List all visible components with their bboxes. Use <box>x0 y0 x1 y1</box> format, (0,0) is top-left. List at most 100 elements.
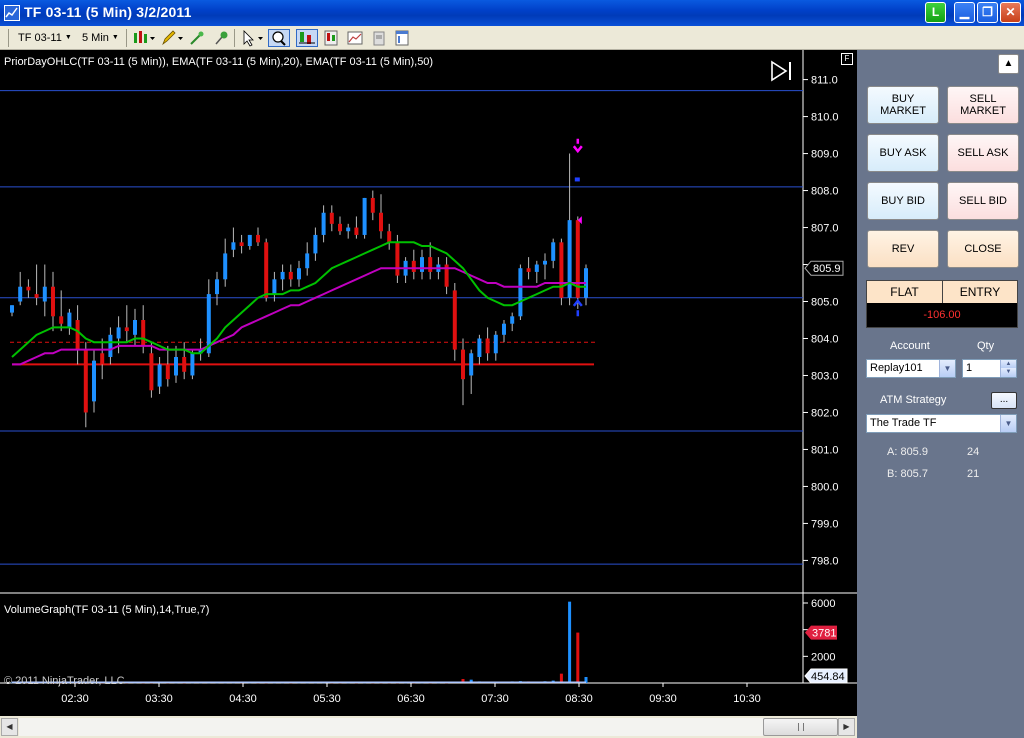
chart-properties-icon <box>347 31 363 45</box>
buy-ask-button[interactable]: BUY ASK <box>867 134 939 172</box>
maximize-button[interactable]: ❐ <box>977 2 998 23</box>
candle-body <box>485 338 490 354</box>
scroll-track[interactable] <box>19 718 838 736</box>
candle-body <box>305 253 310 269</box>
chevron-down-icon: ▼ <box>64 34 72 42</box>
minimize-button[interactable]: ▁ <box>954 2 975 23</box>
scroll-left-button[interactable]: ◀ <box>1 718 18 736</box>
cursor-mode-button[interactable] <box>240 29 263 47</box>
price-tick-label: 805.0 <box>811 297 839 309</box>
time-tick-label: 04:30 <box>229 693 257 705</box>
ask-size: 24 <box>967 446 980 458</box>
candle-body <box>354 227 359 235</box>
candle-body <box>247 234 252 247</box>
ema20-line <box>11 241 586 358</box>
time-tick-label: 07:30 <box>481 693 509 705</box>
link-status-button[interactable]: L <box>925 2 946 23</box>
horizontal-scrollbar[interactable]: ◀ ▶ <box>0 716 857 738</box>
candle-body <box>313 234 318 254</box>
camera-icon <box>373 31 385 46</box>
chevron-down-icon: ▼ <box>111 34 119 42</box>
candle-body <box>477 338 482 357</box>
chart-trader-button[interactable] <box>296 29 318 47</box>
candle-body <box>116 327 121 339</box>
candle-body <box>67 312 72 328</box>
candle-body <box>362 197 367 235</box>
account-select[interactable]: Replay101 ▼ <box>866 359 956 378</box>
time-tick-label: 08:30 <box>565 693 593 705</box>
price-tick-label: 799.0 <box>811 518 839 530</box>
buy-bid-button[interactable]: BUY BID <box>867 182 939 220</box>
last-price-label: 805.9 <box>813 263 841 275</box>
bar-type-button[interactable] <box>132 29 155 47</box>
candle-body <box>215 279 219 295</box>
instrument-selector[interactable]: TF 03-11 ▼ <box>18 29 72 47</box>
volume-value-label: 3781 <box>812 628 836 640</box>
candle-body <box>59 316 64 324</box>
candle-body <box>567 220 572 298</box>
interval-selector[interactable]: 5 Min ▼ <box>82 29 119 47</box>
chart-properties-button[interactable] <box>346 29 364 47</box>
close-icon: ✕ <box>1005 5 1016 19</box>
sell-ask-button[interactable]: SELL ASK <box>947 134 1019 172</box>
candle-body <box>534 264 539 272</box>
drawing-tools-button[interactable] <box>160 29 183 47</box>
candle-body <box>559 242 564 298</box>
window-icon <box>395 30 409 46</box>
time-tick-label: 10:30 <box>733 693 761 705</box>
f-button[interactable]: F <box>841 53 853 65</box>
strategies-button[interactable] <box>212 29 230 47</box>
candle-body <box>510 316 515 324</box>
candle-body <box>51 286 55 317</box>
chart-canvas[interactable]: 811.0810.0809.0808.0807.0806.0805.0804.0… <box>0 50 857 716</box>
buy-market-button[interactable]: BUY MARKET <box>867 86 939 124</box>
close-button[interactable]: ✕ <box>1000 2 1021 23</box>
candle-body <box>174 356 178 376</box>
spin-down-icon[interactable]: ▼ <box>1000 368 1016 377</box>
candle-body <box>141 320 146 346</box>
position-display: FLAT ENTRY -106.00 <box>866 280 1018 328</box>
scroll-right-button[interactable]: ▶ <box>838 718 855 736</box>
skip-to-end-icon <box>771 60 791 82</box>
minimize-icon: ▁ <box>959 5 970 19</box>
candle-body <box>346 227 351 232</box>
atm-strategy-select[interactable]: The Trade TF ▼ <box>866 414 1017 433</box>
volume-average-label: 454.84 <box>811 671 845 683</box>
atm-properties-button[interactable]: ... <box>991 392 1017 409</box>
quantity-value: 1 <box>966 362 973 374</box>
candle-body <box>239 242 244 247</box>
candle-body <box>280 271 285 280</box>
close-position-button[interactable]: CLOSE <box>947 230 1019 268</box>
candle-body <box>329 212 334 224</box>
chart-area[interactable]: 811.0810.0809.0808.0807.0806.0805.0804.0… <box>0 50 857 716</box>
quantity-stepper[interactable]: 1 ▲ ▼ <box>962 359 1017 378</box>
indicators-button[interactable] <box>188 29 206 47</box>
time-tick-label: 06:30 <box>397 693 425 705</box>
collapse-panel-button[interactable]: ▲ <box>998 54 1019 74</box>
interval-label: 5 Min <box>82 32 109 44</box>
scroll-thumb[interactable] <box>763 718 838 736</box>
candle-body <box>190 353 195 376</box>
candlestick-icon <box>134 31 155 43</box>
data-box-button[interactable] <box>322 29 340 47</box>
restore-icon: ❐ <box>982 5 993 19</box>
candle-body <box>133 320 137 335</box>
sell-market-button[interactable]: SELL MARKET <box>947 86 1019 124</box>
templates-button[interactable] <box>393 29 411 47</box>
spin-up-icon[interactable]: ▲ <box>1000 360 1016 368</box>
candle-body <box>100 353 105 365</box>
reverse-button[interactable]: REV <box>867 230 939 268</box>
price-tick-label: 808.0 <box>811 186 839 198</box>
zoom-button[interactable] <box>268 29 290 47</box>
price-tick-label: 803.0 <box>811 370 839 382</box>
volume-tick-label: 2000 <box>811 651 835 663</box>
candle-body <box>256 234 260 243</box>
candle-body <box>83 349 88 413</box>
position-status: FLAT <box>867 281 943 303</box>
snapshot-button[interactable] <box>370 29 388 47</box>
copyright-label: © 2011 NinjaTrader, LLC <box>4 675 125 687</box>
candle-body <box>182 356 187 372</box>
candle-body <box>321 212 326 235</box>
chart-trader-icon <box>299 32 315 44</box>
sell-bid-button[interactable]: SELL BID <box>947 182 1019 220</box>
